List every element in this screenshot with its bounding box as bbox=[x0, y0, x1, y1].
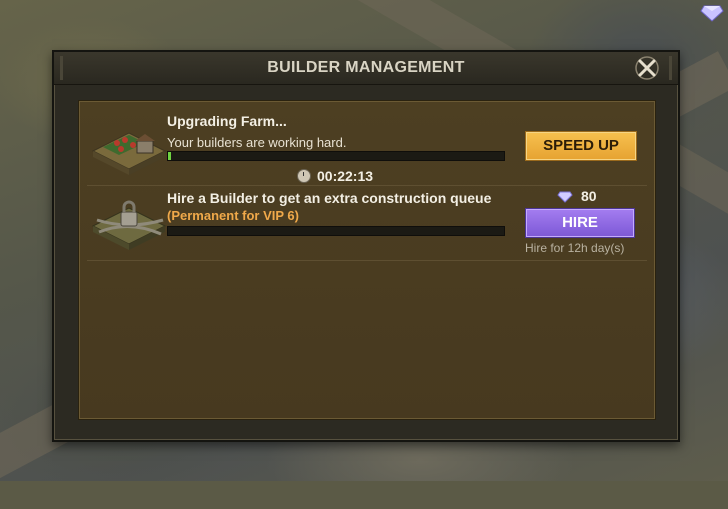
upgrade-subtitle: Your builders are working hard. bbox=[167, 135, 347, 150]
dialog-title: BUILDER MANAGEMENT bbox=[267, 59, 465, 76]
hire-vip-note: (Permanent for VIP 6) bbox=[167, 208, 299, 223]
hire-progress-bar bbox=[167, 226, 505, 236]
hire-cost-value: 80 bbox=[581, 188, 597, 204]
hire-duration-note: Hire for 12h day(s) bbox=[525, 241, 625, 255]
queue-row-upgrade: Upgrading Farm... Your builders are work… bbox=[87, 105, 647, 186]
gem-icon bbox=[557, 190, 573, 203]
close-button[interactable] bbox=[634, 55, 660, 81]
queue-row-hire: Hire a Builder to get an extra construct… bbox=[87, 186, 647, 261]
locked-plot-icon bbox=[89, 190, 167, 252]
hire-cost: 80 bbox=[557, 188, 597, 204]
upgrade-progress-bar bbox=[167, 151, 505, 161]
builder-management-dialog: BUILDER MANAGEMENT Upgrading Farm... You… bbox=[52, 50, 680, 442]
queue-list: Upgrading Farm... Your builders are work… bbox=[78, 100, 656, 420]
hire-button[interactable]: HIRE bbox=[525, 208, 635, 238]
close-icon bbox=[635, 56, 659, 80]
upgrade-title: Upgrading Farm... bbox=[167, 113, 287, 129]
titlebar-decoration bbox=[669, 56, 672, 80]
corner-gem-icon[interactable] bbox=[700, 4, 724, 22]
hire-title: Hire a Builder to get an extra construct… bbox=[167, 190, 492, 206]
farm-building-icon bbox=[89, 113, 167, 175]
speed-up-button[interactable]: SPEED UP bbox=[525, 131, 637, 161]
upgrade-timer: 00:22:13 bbox=[297, 168, 373, 184]
dialog-titlebar: BUILDER MANAGEMENT bbox=[54, 52, 678, 85]
upgrade-progress-fill bbox=[168, 152, 172, 160]
upgrade-timer-value: 00:22:13 bbox=[317, 168, 374, 184]
clock-icon bbox=[297, 169, 311, 183]
